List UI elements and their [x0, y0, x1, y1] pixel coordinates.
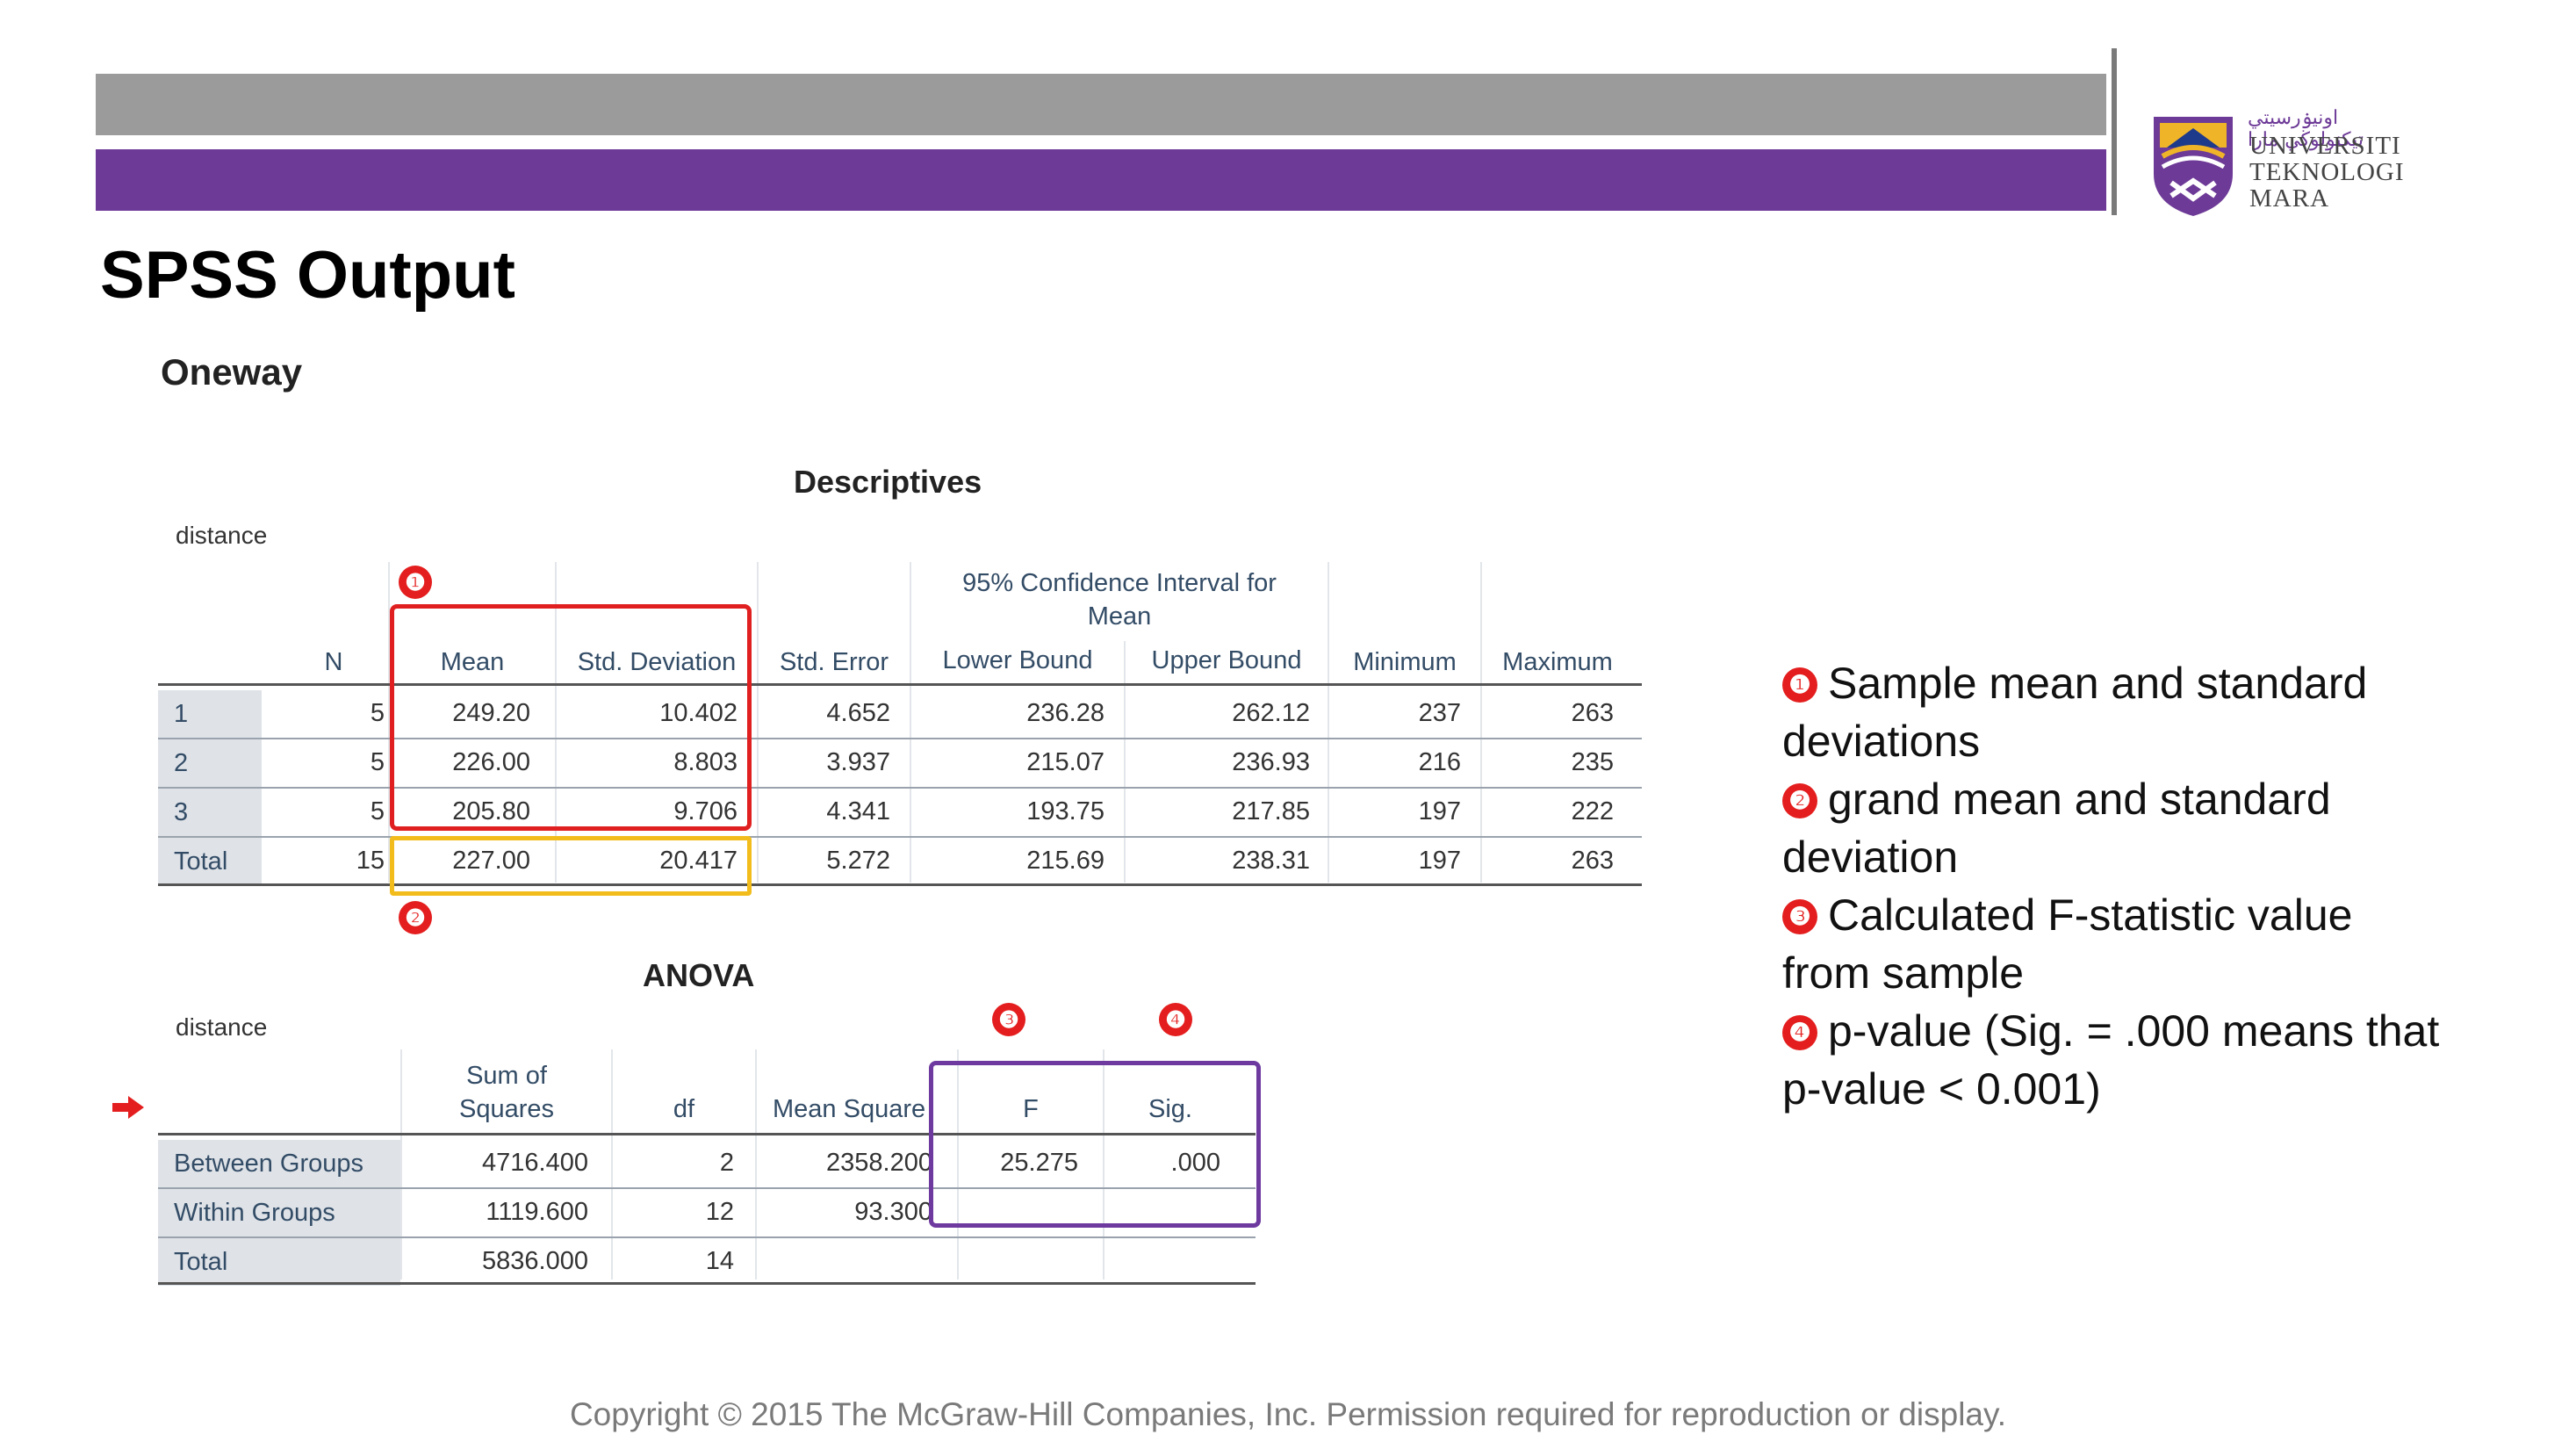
col-header-lower-bound: Lower Bound: [942, 646, 1093, 674]
cell-minimum: 197: [1418, 797, 1461, 825]
cell-lower-bound: 193.75: [1026, 797, 1105, 825]
anova-row-total: Total: [158, 1238, 400, 1286]
marker-3-badge: ❸: [992, 1003, 1025, 1036]
cell-std-error: 3.937: [826, 748, 890, 776]
slide-title: SPSS Output: [100, 238, 515, 313]
cell-lower-bound: 236.28: [1026, 699, 1105, 727]
cell-upper-bound: 217.85: [1232, 797, 1310, 825]
cell-std-error: 5.272: [826, 847, 890, 875]
anova-variable: distance: [176, 1013, 268, 1041]
logo-line-1: UNIVERSITI: [2249, 132, 2401, 160]
anova-header-sum-of-squares-1: Sum of: [466, 1062, 547, 1090]
header-gray-bar: [96, 74, 2106, 135]
note-1-text: Sample mean and standard deviations: [1782, 659, 2368, 766]
cell-minimum: 197: [1418, 847, 1461, 875]
col-header-maximum: Maximum: [1502, 648, 1613, 676]
cell-sum-of-squares: 1119.600: [486, 1198, 588, 1226]
row-rule: [158, 836, 1642, 838]
highlight-box-sample-stats: [390, 604, 752, 831]
col-header-upper-bound: Upper Bound: [1151, 646, 1302, 674]
table-header-rule: [158, 683, 1642, 686]
oneway-heading: Oneway: [161, 351, 303, 393]
row-rule: [158, 738, 1642, 739]
cell-lower-bound: 215.07: [1026, 748, 1105, 776]
row-label-group-3: 3: [158, 789, 262, 836]
anova-title: ANOVA: [643, 957, 755, 993]
cell-maximum: 222: [1571, 797, 1614, 825]
note-4-badge: ❹: [1782, 1015, 1817, 1050]
note-4-text: p-value (Sig. = .000 means that p-value …: [1782, 1006, 2440, 1114]
logo-line-2: TEKNOLOGI: [2249, 158, 2405, 186]
col-header-minimum: Minimum: [1353, 648, 1457, 676]
note-item-1: ❶ Sample mean and standard deviations: [1782, 654, 2450, 770]
cell-df: 12: [705, 1198, 734, 1226]
cell-df: 14: [705, 1247, 734, 1275]
cell-upper-bound: 238.31: [1232, 847, 1310, 875]
cell-minimum: 216: [1418, 748, 1461, 776]
highlight-box-grand-stats: [390, 836, 752, 896]
marker-4-badge: ❹: [1159, 1003, 1192, 1036]
table-bottom-rule: [158, 883, 1642, 886]
anova-row-between-groups: Between Groups: [158, 1140, 400, 1187]
anova-header-df: df: [673, 1095, 695, 1123]
descriptives-title: Descriptives: [794, 464, 982, 500]
cell-upper-bound: 236.93: [1232, 748, 1310, 776]
row-pointer-arrow-icon: [112, 1096, 144, 1119]
notes-list: ❶ Sample mean and standard deviations ❷ gr…: [1782, 654, 2450, 1118]
anova-header-sum-of-squares-2: Squares: [458, 1095, 554, 1123]
cell-sum-of-squares: 5836.000: [482, 1247, 588, 1275]
header-purple-bar: [96, 149, 2106, 211]
note-3-badge: ❸: [1782, 899, 1817, 934]
highlight-box-f-and-sig: [929, 1061, 1261, 1228]
anova-bottom-rule: [158, 1282, 1256, 1285]
anova-row-within-groups: Within Groups: [158, 1189, 400, 1236]
cell-minimum: 237: [1418, 699, 1461, 727]
cell-upper-bound: 262.12: [1232, 699, 1310, 727]
cell-n: 5: [370, 797, 385, 825]
uitm-shield-icon: [2154, 117, 2233, 216]
marker-1-badge: ❶: [399, 566, 432, 599]
note-2-badge: ❷: [1782, 783, 1817, 818]
cell-std-error: 4.652: [826, 699, 890, 727]
note-item-2: ❷ grand mean and standard deviation: [1782, 770, 2450, 886]
anova-header-mean-square: Mean Square: [773, 1095, 926, 1123]
cell-maximum: 235: [1571, 748, 1614, 776]
row-label-group-1: 1: [158, 690, 262, 738]
marker-2-badge: ❷: [399, 901, 432, 934]
note-item-3: ❸ Calculated F-statistic value from sampl…: [1782, 886, 2450, 1002]
row-rule: [158, 787, 1642, 789]
descriptives-variable: distance: [176, 522, 268, 549]
note-item-4: ❹ p-value (Sig. = .000 means that p-value…: [1782, 1002, 2450, 1118]
col-header-std-error: Std. Error: [779, 648, 889, 676]
cell-lower-bound: 215.69: [1026, 847, 1105, 875]
ci-header-line-1: 95% Confidence Interval for: [962, 569, 1277, 597]
note-1-badge: ❶: [1782, 667, 1817, 703]
cell-n: 15: [356, 847, 385, 875]
row-label-total: Total: [158, 838, 262, 885]
ci-header-line-2: Mean: [1087, 602, 1152, 631]
row-label-group-2: 2: [158, 739, 262, 787]
cell-df: 2: [719, 1149, 734, 1177]
cell-std-error: 4.341: [826, 797, 890, 825]
header-divider: [2112, 48, 2117, 215]
cell-mean-square: 2358.200: [826, 1149, 932, 1177]
cell-sum-of-squares: 4716.400: [482, 1149, 588, 1177]
logo-line-3: MARA: [2249, 184, 2330, 213]
cell-maximum: 263: [1571, 847, 1614, 875]
note-3-text: Calculated F-statistic value from sample: [1782, 890, 2353, 998]
note-2-text: grand mean and standard deviation: [1782, 775, 2331, 882]
cell-mean-square: 93.300: [854, 1198, 932, 1226]
cell-n: 5: [370, 699, 385, 727]
col-header-n: N: [324, 648, 343, 676]
cell-n: 5: [370, 748, 385, 776]
cell-maximum: 263: [1571, 699, 1614, 727]
uitm-logo: اونيۏرسيتي تيكنولوڬي مارا UNIVERSITI TEK…: [2142, 105, 2406, 220]
copyright-footer: Copyright © 2015 The McGraw-Hill Compani…: [569, 1396, 2007, 1432]
